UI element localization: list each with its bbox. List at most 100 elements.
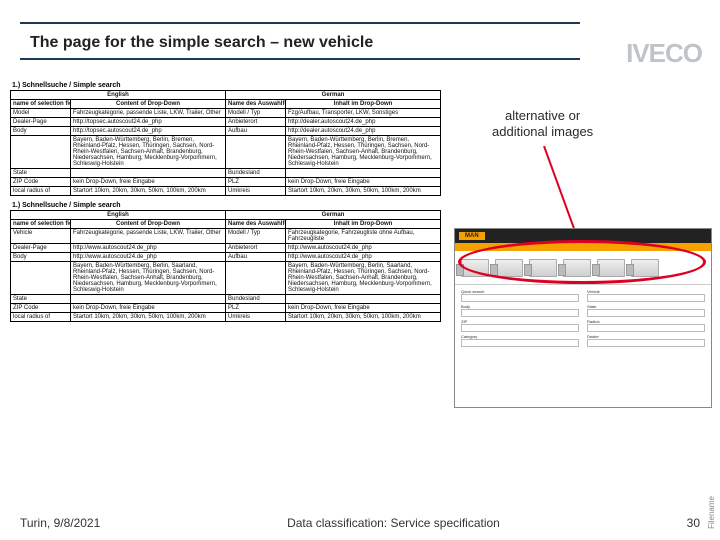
thumb-field: Vehicle	[587, 289, 705, 302]
s2-cell: Startort 10km, 20km, 30km, 50km, 100km, …	[71, 313, 226, 322]
s1-cell: http://topsec.autoscout24.de_php	[71, 127, 226, 136]
callout-l2: additional images	[492, 124, 593, 139]
truck-icon	[563, 259, 591, 277]
s1-h-de-content: Inhalt im Drop-Down	[286, 100, 441, 109]
s2-cell: Aufbau	[226, 253, 286, 262]
s1-cell: Fzg/Aufbau, Transporter, LKW, Sonstiges	[286, 109, 441, 118]
thumb-field-input	[587, 309, 705, 317]
thumb-field: Radius	[587, 319, 705, 332]
thumb-field: ZIP	[461, 319, 579, 332]
thumb-field-input	[461, 339, 579, 347]
logo-iveco: IVECO	[626, 38, 702, 69]
thumb-field-input	[587, 339, 705, 347]
thumb-field-input	[461, 309, 579, 317]
rule-mid	[20, 58, 580, 60]
s2-cell: Bayern, Baden-Württemberg, Berlin, Saarl…	[71, 262, 226, 295]
s2-cell	[226, 262, 286, 295]
s2-cell: ZIP Code	[11, 304, 71, 313]
truck-icon	[597, 259, 625, 277]
s2-h-en-name: name of selection field	[11, 220, 71, 229]
thumb-brand: MAN	[459, 232, 485, 240]
thumb-form: Quick searchVehicleBodyStateZIPRadiusCat…	[455, 285, 711, 351]
table-row: VehicleFahrzeugkategorie, passende Liste…	[11, 229, 441, 244]
s1-cell: Anbieterort	[226, 118, 286, 127]
footer: Turin, 9/8/2021 Data classification: Ser…	[20, 516, 700, 530]
truck-icon	[495, 259, 523, 277]
callout-text: alternative or additional images	[492, 108, 593, 139]
thumb-vehicle-icons	[455, 251, 711, 285]
thumb-field: Quick search	[461, 289, 579, 302]
s2-cell: PLZ	[226, 304, 286, 313]
s2-cell: Bayern, Baden-Württemberg, Berlin, Saarl…	[286, 262, 441, 295]
s1-h-en-name: name of selection field	[11, 100, 71, 109]
s1-cell	[71, 169, 226, 178]
table-row: local radius ofStartort 10km, 20km, 30km…	[11, 313, 441, 322]
s1-cell	[226, 136, 286, 169]
s1-cell	[286, 169, 441, 178]
s2-cell: kein Drop-Down, freie Eingabe	[71, 304, 226, 313]
s2-cell: Fahrzeugkategorie, Fahrzeugliste ohne Au…	[286, 229, 441, 244]
s1-cell: Bayern, Baden-Württemberg, Berlin, Breme…	[71, 136, 226, 169]
s1-cell: PLZ	[226, 178, 286, 187]
thumb-field-input	[587, 324, 705, 332]
s2-cell	[71, 295, 226, 304]
table-row: Bayern, Baden-Württemberg, Berlin, Breme…	[11, 136, 441, 169]
s2-cell: local radius of	[11, 313, 71, 322]
s2-h-de-content: Inhalt im Drop-Down	[286, 220, 441, 229]
s2-cell: Umkreis	[226, 313, 286, 322]
table-row: ZIP Codekein Drop-Down, freie EingabePLZ…	[11, 304, 441, 313]
section1-heading: 1.) Schnellsuche / Simple search	[12, 82, 710, 89]
table-row: Bayern, Baden-Württemberg, Berlin, Saarl…	[11, 262, 441, 295]
s2-cell: Vehicle	[11, 229, 71, 244]
thumb-field-input	[461, 324, 579, 332]
s2-cell: http://www.autoscout24.de_php	[286, 253, 441, 262]
s1-cell: ZIP Code	[11, 178, 71, 187]
s1-lang-de: German	[226, 91, 441, 100]
s1-cell: Model	[11, 109, 71, 118]
filename-label: Filename	[707, 496, 716, 529]
s1-cell: Modell / Typ	[226, 109, 286, 118]
s1-cell: Aufbau	[226, 127, 286, 136]
s2-cell: Anbieterort	[226, 244, 286, 253]
footer-page-number: 30	[687, 516, 700, 530]
s1-cell: http://topsec.autoscout24.de_php	[71, 118, 226, 127]
thumb-field-input	[461, 294, 579, 302]
s2-h-en-content: Content of Drop-Down	[71, 220, 226, 229]
table-row: StateBundesland	[11, 169, 441, 178]
s2-cell: State	[11, 295, 71, 304]
s2-lang-de: German	[226, 211, 441, 220]
thumb-topbar: MAN	[455, 229, 711, 243]
s2-cell: http://www.autoscout24.de_php	[286, 244, 441, 253]
s1-cell: http://dealer.autoscout24.de_php	[286, 127, 441, 136]
section2-heading: 1.) Schnellsuche / Simple search	[12, 202, 710, 209]
s1-cell: Dealer-Page	[11, 118, 71, 127]
s2-cell: Fahrzeugkategorie, passende Liste, LKW, …	[71, 229, 226, 244]
s1-cell: Body	[11, 127, 71, 136]
s2-cell	[286, 295, 441, 304]
s1-cell	[11, 136, 71, 169]
s1-h-en-content: Content of Drop-Down	[71, 100, 226, 109]
thumb-field: State	[587, 304, 705, 317]
s2-cell: http://www.autoscout24.de_php	[71, 244, 226, 253]
s1-cell: Startort 10km, 20km, 30km, 50km, 100km, …	[71, 187, 226, 196]
section2-table: English German name of selection field C…	[10, 210, 441, 322]
s2-lang-en: English	[11, 211, 226, 220]
page-title: The page for the simple search – new veh…	[30, 34, 373, 52]
s2-cell	[11, 262, 71, 295]
table-row: local radius ofStartort 10km, 20km, 30km…	[11, 187, 441, 196]
s2-cell: Startort 10km, 20km, 30km, 50km, 100km, …	[286, 313, 441, 322]
s1-cell: local radius of	[11, 187, 71, 196]
thumb-field: Dealer	[587, 334, 705, 347]
table-row: ZIP Code kein Drop-Down, freie EingabePLZ…	[11, 178, 441, 187]
s1-cell: kein Drop-Down, freie Eingabe	[286, 178, 441, 187]
table-row: Bodyhttp://www.autoscout24.de_phpAufbauh…	[11, 253, 441, 262]
s1-cell: Bayern, Baden-Württemberg, Berlin, Breme…	[286, 136, 441, 169]
s1-cell: Fahrzeugkategorie, passende Liste, LKW, …	[71, 109, 226, 118]
table-row: Bodyhttp://topsec.autoscout24.de_phpAufb…	[11, 127, 441, 136]
s2-h-de-name: Name des Auswahlfelds	[226, 220, 286, 229]
s2-cell: Bundesland	[226, 295, 286, 304]
s2-cell: Modell / Typ	[226, 229, 286, 244]
s1-cell: State	[11, 169, 71, 178]
section1-table: English German name of selection field C…	[10, 90, 441, 196]
s1-cell: Umkreis	[226, 187, 286, 196]
